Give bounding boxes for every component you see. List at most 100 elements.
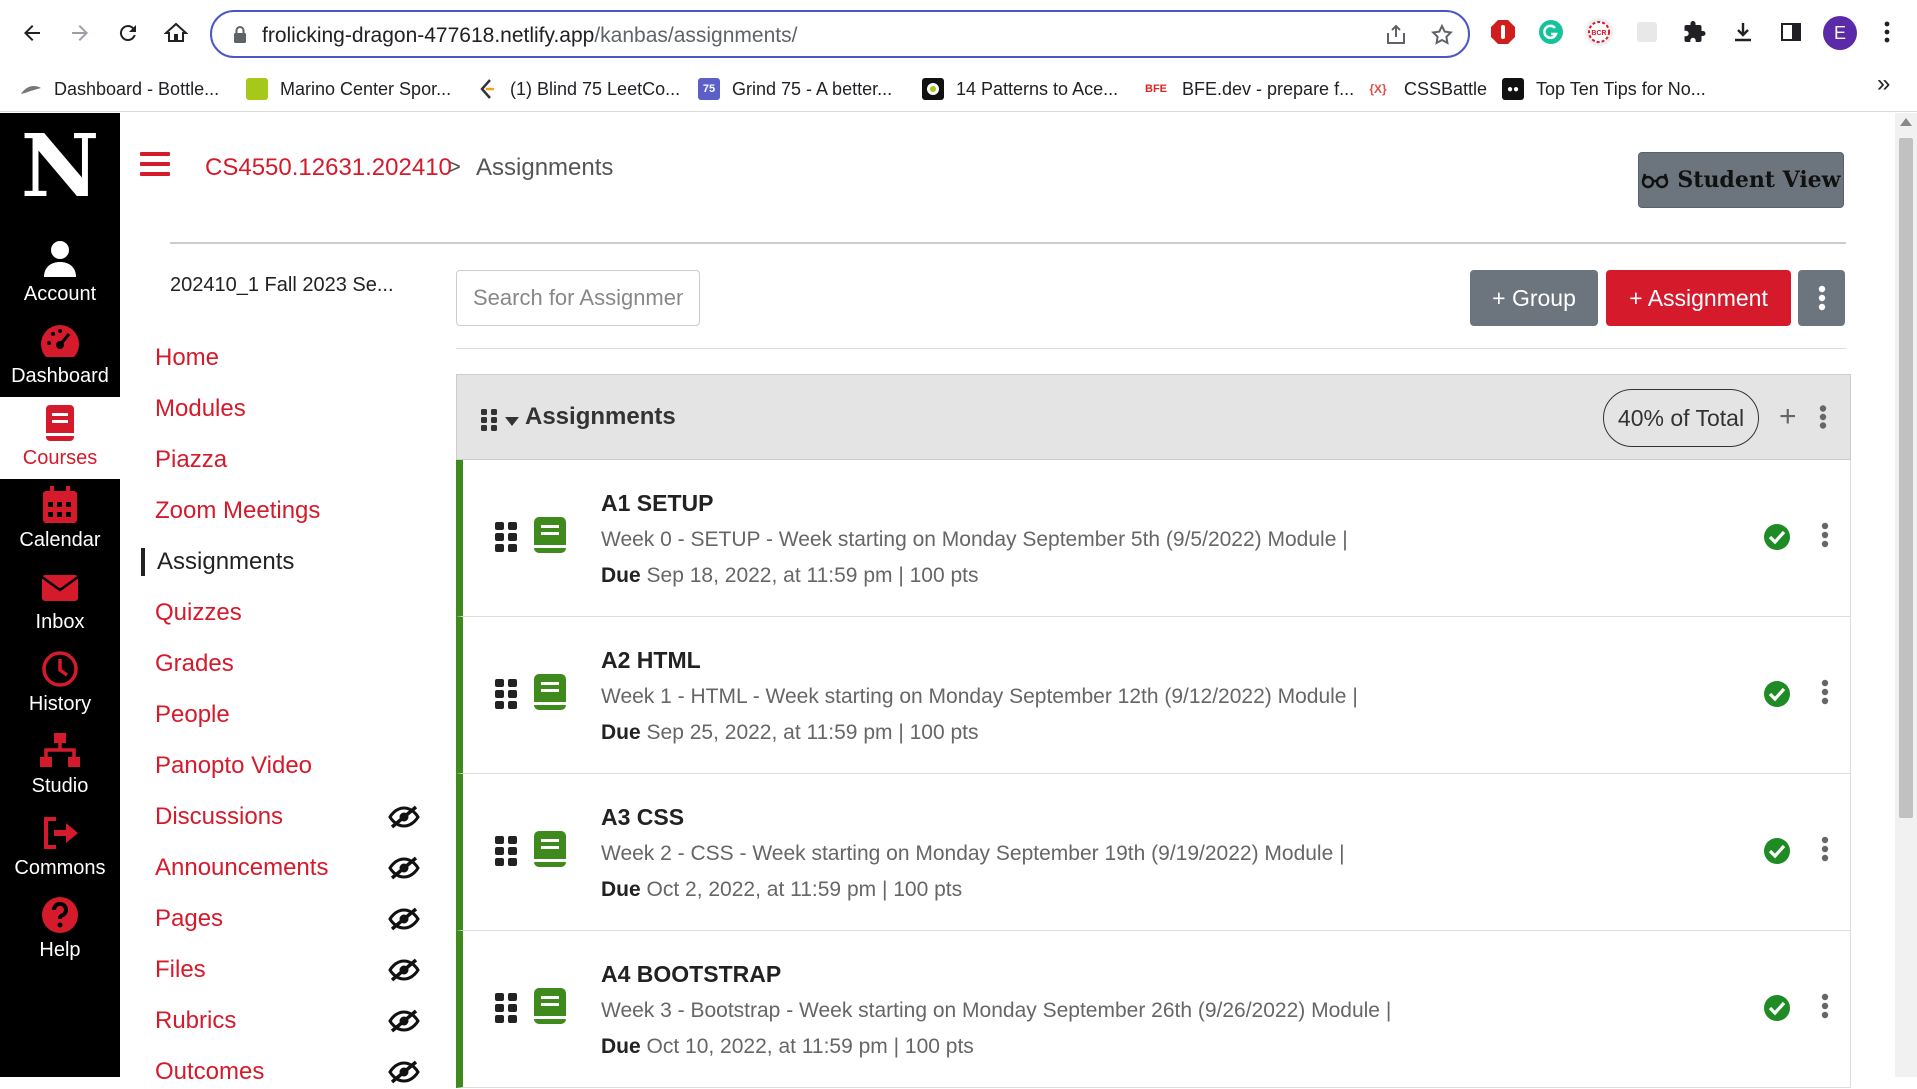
bookmark-item[interactable]: Dashboard - Bottle... [20,74,219,104]
assignment-module-text: Week 3 - Bootstrap - Week starting on Mo… [601,999,1392,1022]
drag-handle-icon[interactable] [481,409,497,436]
global-nav-inbox[interactable]: Inbox [0,561,120,643]
course-nav-item[interactable]: People [155,701,230,729]
hidden-from-students-icon[interactable] [388,958,420,982]
global-nav-help[interactable]: Help [0,889,120,971]
global-nav-label: Inbox [35,611,85,633]
group-options-kebab-icon[interactable] [1819,405,1827,434]
browser-menu-icon[interactable] [1872,17,1902,47]
page-scrollbar-thumb[interactable] [1899,138,1913,818]
course-nav-item[interactable]: Pages [155,905,223,933]
course-nav-item[interactable]: Rubrics [155,1007,236,1035]
assignment-title-link[interactable]: A4 BOOTSTRAP [601,961,781,988]
course-nav-item[interactable]: Zoom Meetings [155,497,320,525]
due-label: Due [601,878,641,901]
global-nav-dashboard[interactable]: Dashboard [0,315,120,397]
student-view-button[interactable]: Student View [1638,152,1844,208]
course-nav-item[interactable]: Outcomes [155,1058,264,1086]
toolbar-more-button[interactable] [1798,270,1845,326]
add-assignment-button[interactable]: + Assignment [1606,270,1791,326]
drag-handle-icon[interactable] [495,836,517,871]
course-nav-item[interactable]: Home [155,344,219,372]
published-check-icon[interactable] [1763,837,1791,870]
search-assignments-input[interactable] [456,270,700,326]
global-nav-label: Help [39,939,81,961]
assignment-options-kebab-icon[interactable] [1821,836,1829,867]
extensions-puzzle-icon[interactable] [1680,17,1710,47]
assignment-group-header[interactable]: Assignments 40% of Total + [456,374,1851,460]
course-nav-item[interactable]: Modules [155,395,246,423]
side-panel-icon[interactable] [1776,17,1806,47]
global-nav-courses[interactable]: Courses [0,397,120,479]
scroll-up-arrow-icon[interactable] [1900,118,1912,126]
course-nav-item[interactable]: Grades [155,650,234,678]
published-check-icon[interactable] [1763,523,1791,556]
drag-handle-icon[interactable] [495,993,517,1028]
hidden-from-students-icon[interactable] [388,907,420,931]
bookmark-item[interactable]: BFE BFE.dev - prepare f... [1142,74,1354,104]
global-nav-history[interactable]: History [0,643,120,725]
assignment-row[interactable]: A1 SETUP Week 0 - SETUP - Week starting o… [456,460,1851,617]
assignment-title-link[interactable]: A1 SETUP [601,490,713,517]
published-check-icon[interactable] [1763,680,1791,713]
bookmark-item[interactable]: Marino Center Spor... [246,74,451,104]
global-nav-studio[interactable]: Studio [0,725,120,807]
due-date: Oct 10, 2022, at 11:59 pm | 100 pts [646,1035,974,1058]
assignment-title-link[interactable]: A3 CSS [601,804,684,831]
bookmark-star-icon[interactable] [1430,23,1454,52]
bookmarks-overflow-button[interactable]: » [1877,70,1890,98]
assignment-row[interactable]: A2 HTML Week 1 - HTML - Week starting on … [456,617,1851,774]
bookmark-item[interactable]: {X} CSSBattle [1364,74,1487,104]
add-to-group-button[interactable]: + [1779,402,1797,432]
breadcrumb-course-link[interactable]: CS4550.12631.202410 [205,154,452,182]
hidden-from-students-icon[interactable] [388,1060,420,1084]
bookmark-item[interactable]: ●● Top Ten Tips for No... [1502,74,1706,104]
hidden-from-students-icon[interactable] [388,805,420,829]
hidden-from-students-icon[interactable] [388,856,420,880]
address-bar[interactable]: frolicking-dragon-477618.netlify.app/kan… [210,10,1470,58]
share-icon[interactable] [1384,23,1408,52]
global-nav-account[interactable]: Account [0,233,120,315]
adblock-extension-icon[interactable] [1488,17,1518,47]
home-icon[interactable] [160,17,192,49]
assignment-title-link[interactable]: A2 HTML [601,647,701,674]
bookmark-label: CSSBattle [1404,78,1488,99]
published-check-icon[interactable] [1763,994,1791,1027]
assignment-book-icon [533,830,567,873]
due-date: Sep 18, 2022, at 11:59 pm | 100 pts [646,564,979,587]
assignment-row[interactable]: A4 BOOTSTRAP Week 3 - Bootstrap - Week st… [456,931,1851,1088]
drag-handle-icon[interactable] [495,679,517,714]
assignment-row[interactable]: A3 CSS Week 2 - CSS - Week starting on Mo… [456,774,1851,931]
bcr-extension-icon[interactable]: BCR [1584,17,1614,47]
course-nav-item[interactable]: Panopto Video [155,752,312,780]
hidden-from-students-icon[interactable] [388,1009,420,1033]
collapse-caret-icon[interactable] [505,413,519,431]
profile-avatar[interactable]: E [1823,16,1857,50]
blank-extension-icon[interactable] [1632,17,1662,47]
assignment-options-kebab-icon[interactable] [1821,679,1829,710]
back-icon[interactable] [16,17,48,49]
assignment-options-kebab-icon[interactable] [1821,522,1829,553]
drag-handle-icon[interactable] [495,522,517,557]
global-nav-commons[interactable]: Commons [0,807,120,889]
forward-icon[interactable] [64,17,96,49]
course-nav-item[interactable]: Quizzes [155,599,242,627]
reload-icon[interactable] [112,17,144,49]
global-nav-calendar[interactable]: Calendar [0,479,120,561]
course-nav-item[interactable]: Piazza [155,446,227,474]
assignment-options-kebab-icon[interactable] [1821,993,1829,1024]
lock-icon[interactable] [232,25,248,50]
course-nav-item[interactable]: Files [155,956,206,984]
grammarly-extension-icon[interactable] [1536,17,1566,47]
course-nav-item[interactable]: Assignments [141,548,294,576]
course-nav-item[interactable]: Announcements [155,854,328,882]
add-group-button[interactable]: + Group [1470,270,1598,326]
download-icon[interactable] [1728,17,1758,47]
university-logo[interactable]: N [18,124,102,210]
course-nav-item[interactable]: Discussions [155,803,283,831]
course-menu-toggle-icon[interactable] [140,152,170,176]
bookmark-item[interactable]: 75 Grind 75 - A better... [698,74,892,104]
bookmark-item[interactable]: (1) Blind 75 LeetCo... [476,74,680,104]
bookmark-item[interactable]: 14 Patterns to Ace... [922,74,1118,104]
due-label: Due [601,564,641,587]
